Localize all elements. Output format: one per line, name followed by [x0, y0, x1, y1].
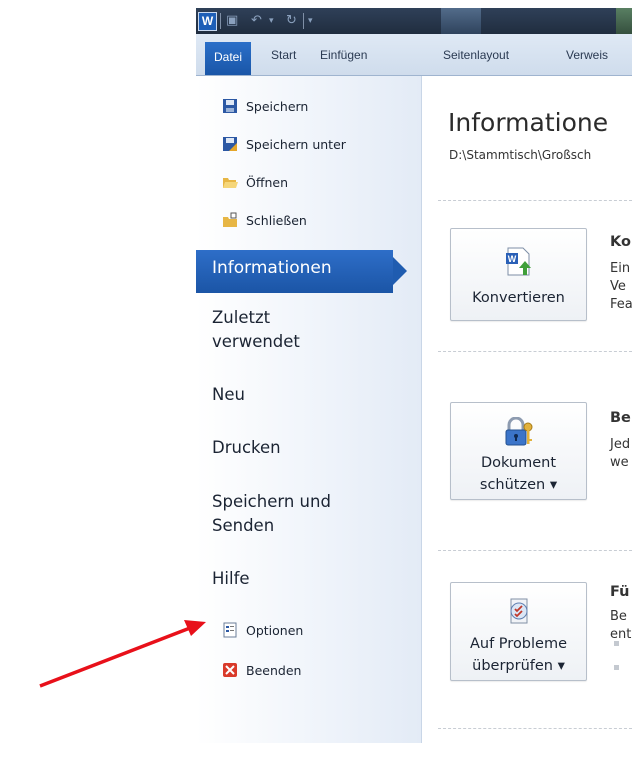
annotation-arrow — [39, 620, 206, 688]
